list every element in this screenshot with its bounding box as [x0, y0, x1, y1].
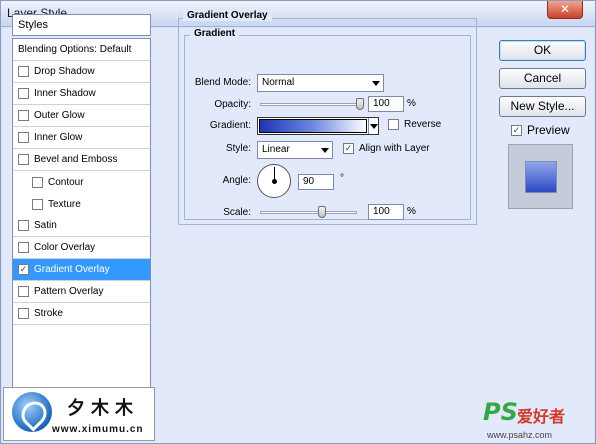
style-list-item-label: Outer Glow — [34, 110, 85, 121]
chevron-down-icon — [321, 148, 329, 153]
angle-label: Angle: — [222, 175, 251, 186]
style-list-item-label: Drop Shadow — [34, 66, 95, 77]
align-label: Align with Layer — [359, 143, 430, 154]
style-list-item-label: Gradient Overlay — [34, 264, 110, 275]
style-list-item[interactable]: ✓ Gradient Overlay — [13, 259, 150, 281]
style-checkbox[interactable] — [18, 308, 29, 319]
gradient-preview[interactable] — [259, 119, 367, 133]
watermark-psahz: PS 爱好者 www.psahz.com — [483, 398, 596, 444]
align-with-layer-checkbox[interactable]: ✓ — [343, 143, 354, 154]
blend-mode-label: Blend Mode: — [194, 77, 251, 88]
blend-mode-select[interactable]: Normal — [257, 74, 384, 92]
style-select[interactable]: Linear — [257, 141, 333, 159]
section-title: Gradient Overlay — [183, 10, 272, 21]
preview-checkbox[interactable]: ✓ — [511, 124, 522, 136]
style-list-item-label: Bevel and Emboss — [34, 154, 118, 165]
scale-slider-track[interactable] — [260, 211, 357, 214]
ximumu-logo-icon — [12, 392, 52, 432]
style-checkbox[interactable] — [18, 132, 29, 143]
styles-list: Blending Options: Default Drop Shadow Inne… — [12, 38, 151, 388]
style-list-item[interactable]: Pattern Overlay — [13, 281, 150, 303]
style-list-item[interactable]: Contour — [13, 171, 150, 193]
close-button[interactable]: ✕ — [547, 1, 583, 19]
style-checkbox[interactable] — [18, 66, 29, 77]
opacity-input[interactable]: 100 — [368, 96, 404, 112]
style-checkbox[interactable] — [18, 110, 29, 121]
style-list-item-label: Blending Options: Default — [18, 44, 132, 55]
style-list-item-label: Satin — [34, 220, 57, 231]
style-list-item[interactable]: Stroke — [13, 303, 150, 325]
angle-center-dot — [272, 179, 277, 184]
style-checkbox[interactable] — [32, 198, 43, 210]
opacity-unit: % — [407, 98, 416, 109]
scale-unit: % — [407, 206, 416, 217]
preview-label: Preview — [527, 123, 570, 137]
opacity-slider-thumb[interactable] — [356, 98, 364, 110]
style-list-item[interactable]: Inner Glow — [13, 127, 150, 149]
cancel-button[interactable]: Cancel — [499, 68, 586, 89]
style-checkbox[interactable] — [18, 88, 29, 99]
style-list-item-label: Color Overlay — [34, 242, 96, 253]
style-list-item-label: Texture — [48, 198, 81, 210]
style-label: Style: — [225, 143, 251, 154]
styles-header-label: Styles — [18, 19, 48, 31]
new-style-button[interactable]: New Style... — [499, 96, 586, 117]
ok-button[interactable]: OK — [499, 40, 586, 61]
chevron-down-icon[interactable] — [368, 118, 378, 134]
angle-unit: ° — [340, 173, 344, 184]
opacity-label: Opacity: — [214, 99, 251, 110]
scale-input[interactable]: 100 — [368, 204, 404, 220]
angle-input[interactable]: 90 — [298, 174, 334, 190]
style-list-item-label: Stroke — [34, 308, 63, 319]
style-checkbox[interactable]: ✓ — [18, 264, 29, 275]
align-checkbox-row[interactable]: ✓ Align with Layer — [343, 143, 430, 154]
scale-label: Scale: — [223, 207, 251, 218]
reverse-label: Reverse — [404, 119, 442, 130]
styles-header[interactable]: Styles — [12, 14, 151, 36]
chevron-down-icon — [372, 81, 380, 86]
style-list-item-label: Inner Shadow — [34, 88, 96, 99]
style-checkbox[interactable] — [18, 242, 29, 253]
opacity-slider-track[interactable] — [260, 103, 360, 106]
preview-swatch — [525, 161, 557, 193]
style-list-item[interactable]: Bevel and Emboss — [13, 149, 150, 171]
style-checkbox[interactable] — [18, 220, 29, 231]
style-list-item[interactable]: Color Overlay — [13, 237, 150, 259]
style-list-item[interactable]: Texture — [13, 193, 150, 215]
style-value: Linear — [262, 144, 290, 155]
style-list-item-label: Pattern Overlay — [34, 286, 104, 297]
watermark-left-text: 夕木木 — [67, 398, 139, 419]
style-list-item[interactable]: Satin — [13, 215, 150, 237]
style-list-item[interactable]: Drop Shadow — [13, 61, 150, 83]
gradient-label: Gradient: — [209, 120, 251, 131]
angle-dial[interactable] — [257, 164, 291, 198]
style-list-item[interactable]: Outer Glow — [13, 105, 150, 127]
gradient-group-title: Gradient — [190, 28, 240, 39]
style-list-item-label: Inner Glow — [34, 132, 83, 143]
reverse-checkbox[interactable] — [388, 119, 399, 130]
scale-slider-thumb[interactable] — [317, 206, 326, 218]
style-checkbox[interactable] — [18, 286, 29, 297]
reverse-checkbox-row[interactable]: Reverse — [388, 119, 441, 130]
gradient-picker[interactable] — [257, 117, 379, 135]
watermark-right-text: 爱好者 — [517, 409, 566, 426]
preview-checkbox-row[interactable]: ✓ Preview — [511, 123, 570, 137]
style-checkbox[interactable] — [18, 154, 29, 165]
preview-thumbnail — [508, 144, 573, 209]
style-checkbox[interactable] — [32, 176, 43, 188]
style-list-item[interactable]: Inner Shadow — [13, 83, 150, 105]
style-list-item-label: Contour — [48, 176, 84, 188]
close-icon: ✕ — [559, 2, 571, 16]
watermark-ximumu: 夕木木 www.ximumu.cn — [3, 387, 155, 441]
watermark-right-url: www.psahz.com — [487, 430, 553, 440]
blend-mode-value: Normal — [262, 77, 295, 88]
style-list-item[interactable]: Blending Options: Default — [13, 39, 150, 61]
watermark-ps-logo: PS — [483, 398, 518, 426]
watermark-left-url: www.ximumu.cn — [52, 424, 144, 435]
